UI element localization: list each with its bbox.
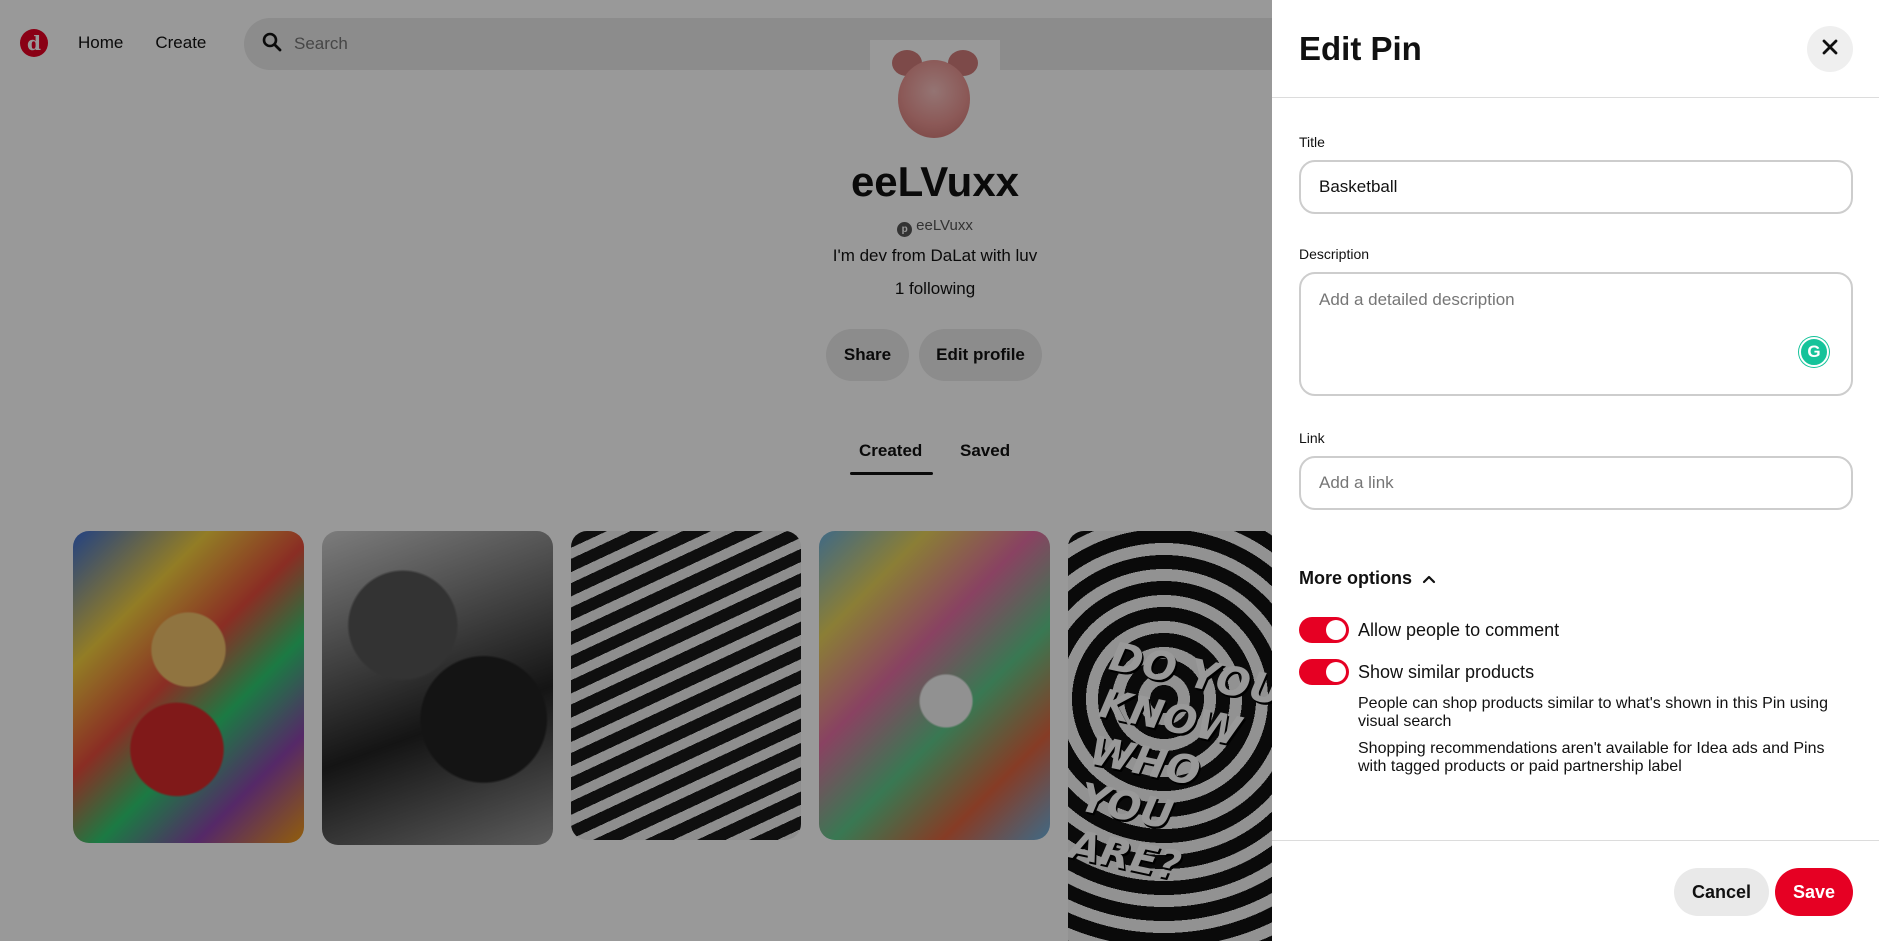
more-options-label: More options — [1299, 568, 1412, 588]
panel-header: Edit Pin — [1272, 0, 1879, 98]
modal-backdrop[interactable] — [0, 0, 1272, 941]
chevron-up-icon — [1412, 568, 1436, 589]
more-options-toggle[interactable]: More options — [1299, 568, 1436, 589]
shopping-recommendations-note: Shopping recommendations aren't availabl… — [1358, 740, 1825, 775]
link-label: Link — [1299, 430, 1325, 446]
description-label: Description — [1299, 246, 1370, 262]
similar-products-row: Show similar products — [1299, 659, 1534, 685]
description-textarea[interactable] — [1299, 272, 1853, 396]
allow-comments-row: Allow people to comment — [1299, 617, 1559, 643]
similar-products-note: People can shop products similar to what… — [1358, 695, 1828, 730]
close-icon — [1822, 39, 1838, 60]
toggle-knob — [1326, 620, 1346, 640]
panel-title: Edit Pin — [1299, 30, 1422, 67]
similar-products-toggle[interactable] — [1299, 659, 1349, 685]
close-button[interactable] — [1807, 26, 1853, 72]
edit-pin-panel: Edit Pin Title Description G Link More o… — [1272, 0, 1879, 941]
title-input[interactable] — [1299, 160, 1853, 214]
title-label: Title — [1299, 134, 1325, 150]
allow-comments-toggle[interactable] — [1299, 617, 1349, 643]
link-input[interactable] — [1299, 456, 1853, 510]
similar-products-label: Show similar products — [1358, 661, 1535, 682]
allow-comments-label: Allow people to comment — [1358, 619, 1560, 640]
save-button[interactable]: Save — [1775, 868, 1853, 916]
toggle-knob — [1326, 662, 1346, 682]
cancel-button[interactable]: Cancel — [1674, 868, 1769, 916]
grammarly-icon[interactable]: G — [1799, 337, 1829, 367]
